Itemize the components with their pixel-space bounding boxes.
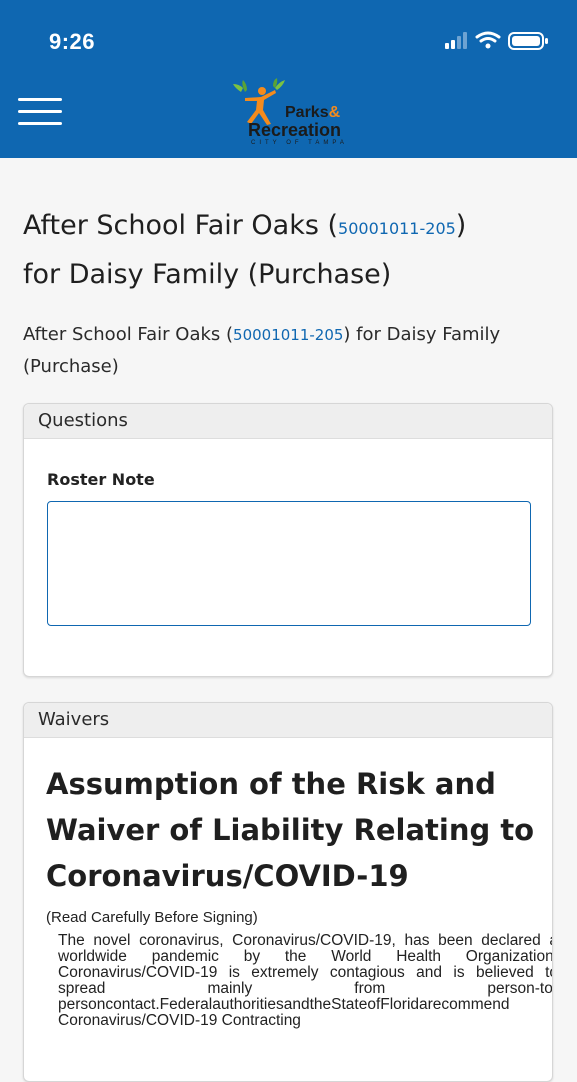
page-subtitle: After School Fair Oaks (50001011-205) fo…	[23, 319, 543, 382]
waiver-title: Assumption of the Risk and Waiver of Lia…	[46, 767, 535, 893]
battery-icon	[508, 32, 548, 50]
page-title-line2: for Daisy Family (Purchase)	[23, 259, 392, 290]
page-subtitle-prefix: After School Fair Oaks (	[23, 324, 234, 345]
questions-panel: Questions Roster Note	[23, 403, 553, 677]
program-code-link-secondary[interactable]: 50001011-205	[233, 326, 343, 344]
waiver-body-text: The novel coronavirus, Coronavirus/COVID…	[58, 933, 553, 1029]
page-title-paren: )	[455, 210, 467, 241]
page-title-prefix: After School Fair Oaks (	[23, 210, 339, 241]
hamburger-menu-icon[interactable]	[18, 96, 62, 126]
app-header: 9:26 Parks& Recreation CITY OF TAMPA	[0, 0, 577, 158]
menu-bar	[18, 122, 62, 125]
roster-note-label: Roster Note	[47, 470, 155, 489]
logo-text-city: CITY OF TAMPA	[251, 140, 348, 146]
waivers-panel-header: Waivers	[24, 703, 552, 738]
parks-recreation-logo[interactable]: Parks& Recreation CITY OF TAMPA	[231, 78, 351, 154]
logo-text-recreation: Recreation	[248, 120, 342, 140]
menu-bar	[18, 98, 62, 101]
status-icons-svg	[445, 31, 548, 50]
wifi-icon	[475, 31, 501, 49]
status-bar: 9:26	[0, 0, 577, 80]
questions-panel-header: Questions	[24, 404, 552, 439]
page-title: After School Fair Oaks (50001011-205) fo…	[23, 203, 553, 298]
waivers-panel: Waivers Assumption of the Risk and Waive…	[23, 702, 553, 1082]
waiver-note: (Read Carefully Before Signing)	[46, 909, 258, 926]
roster-note-input[interactable]	[47, 501, 531, 626]
status-icons	[443, 29, 553, 53]
menu-bar	[18, 110, 62, 113]
program-code-link[interactable]: 50001011-205	[338, 219, 456, 238]
cellular-signal-icon	[445, 32, 467, 49]
logo-figure-icon	[233, 78, 285, 125]
status-time: 9:26	[49, 29, 96, 54]
